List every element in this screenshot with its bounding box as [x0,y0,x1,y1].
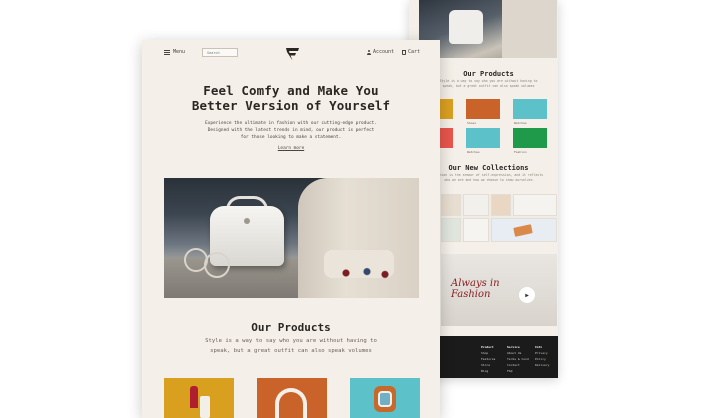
back-tile-watch-2[interactable] [466,128,500,148]
back-tile-label-watches: Watches [514,121,527,125]
photo-embroidery [334,266,394,280]
menu-icon [164,49,170,55]
collage-cell [441,194,461,216]
front-page: Menu Account Cart Feel Comfy and Make Yo… [142,40,440,418]
collage-cell [463,194,489,216]
hero-sub-line1: Experience the ultimate in fashion with … [205,121,377,126]
menu-button[interactable]: Menu [164,49,185,55]
hero-title-line1: Feel Comfy and Make You [203,83,379,98]
cart-label: Cart [408,49,421,55]
back-collection-collage [441,194,557,242]
wallet-image [513,224,533,237]
top-nav: Menu Account Cart [142,40,440,64]
footer-link[interactable]: Privacy Policy [535,350,558,362]
footer-col-service: Service About Us Terms & Cond Contact FA… [507,344,529,374]
account-link[interactable]: Account [367,49,394,55]
collage-cell [463,218,489,242]
hero-title-line2: Better Version of Yourself [191,98,391,113]
product-tile-shoes[interactable] [257,378,327,418]
products-sub-line1: Style is a way to say who you are withou… [205,338,377,344]
photo-bag-clasp [244,218,250,224]
bag-icon [402,50,406,55]
product-tile-lipstick[interactable] [164,378,234,418]
search-input[interactable] [202,48,238,57]
products-subtitle: Style is a way to say who you are withou… [182,337,400,356]
lipstick-image [190,386,198,408]
sandal-image [275,388,307,418]
fashion-headline-line1: Always in [451,278,500,289]
footer-link[interactable]: FAQ [507,368,529,374]
product-tile-watch[interactable] [350,378,420,418]
back-tile-label-fashion: Fashion [514,150,527,154]
photo-sunglasses-lens [204,252,230,278]
cart-link[interactable]: Cart [402,49,420,55]
account-label: Account [373,49,395,55]
fashion-headline-line2: Fashion [451,289,491,300]
hero-sub-line3: for those looking to make a statement. [240,134,342,140]
back-tile-watch[interactable] [513,99,547,119]
footer-link[interactable]: Blog [481,368,495,374]
play-icon[interactable]: ▶ [519,287,535,303]
footer-col-product: Product Shop Features Store Blog [481,344,495,374]
lipstick-cap-image [200,396,210,418]
back-hero-arm [502,0,557,58]
hero-sub-line2: Designed with the latest trends in mind,… [207,127,375,133]
hero-photo [164,178,419,298]
watch-face-image [378,391,392,407]
collage-cell [491,194,511,216]
menu-label: Menu [173,49,186,55]
back-tile-label-shoes: Shoes [467,121,477,125]
hero-title: Feel Comfy and Make You Better Version o… [172,83,410,113]
back-tile-fashion[interactable] [513,128,547,148]
collage-cell [513,194,557,216]
hero-subtitle: Experience the ultimate in fashion with … [192,121,390,141]
products-title: Our Products [251,321,331,334]
fashion-headline: Always in Fashion [451,278,500,300]
products-sub-line2: speak, but a great outfit can also speak… [210,347,372,354]
footer-col-info: Info Privacy Policy Delivery [535,344,558,368]
back-tile-label-watches-2: Watches [467,150,480,154]
back-hero-bag [449,10,483,44]
back-tile-shoes[interactable] [466,99,500,119]
footer-link[interactable]: Delivery [535,362,558,368]
brand-logo-icon[interactable] [285,47,300,61]
collage-cell [441,218,461,242]
collage-cell [491,218,557,242]
user-icon [367,49,371,55]
back-fashion-video[interactable]: Always in Fashion ▶ [441,254,557,326]
learn-more-link[interactable]: Learn more [142,146,440,151]
photo-person [298,178,419,298]
